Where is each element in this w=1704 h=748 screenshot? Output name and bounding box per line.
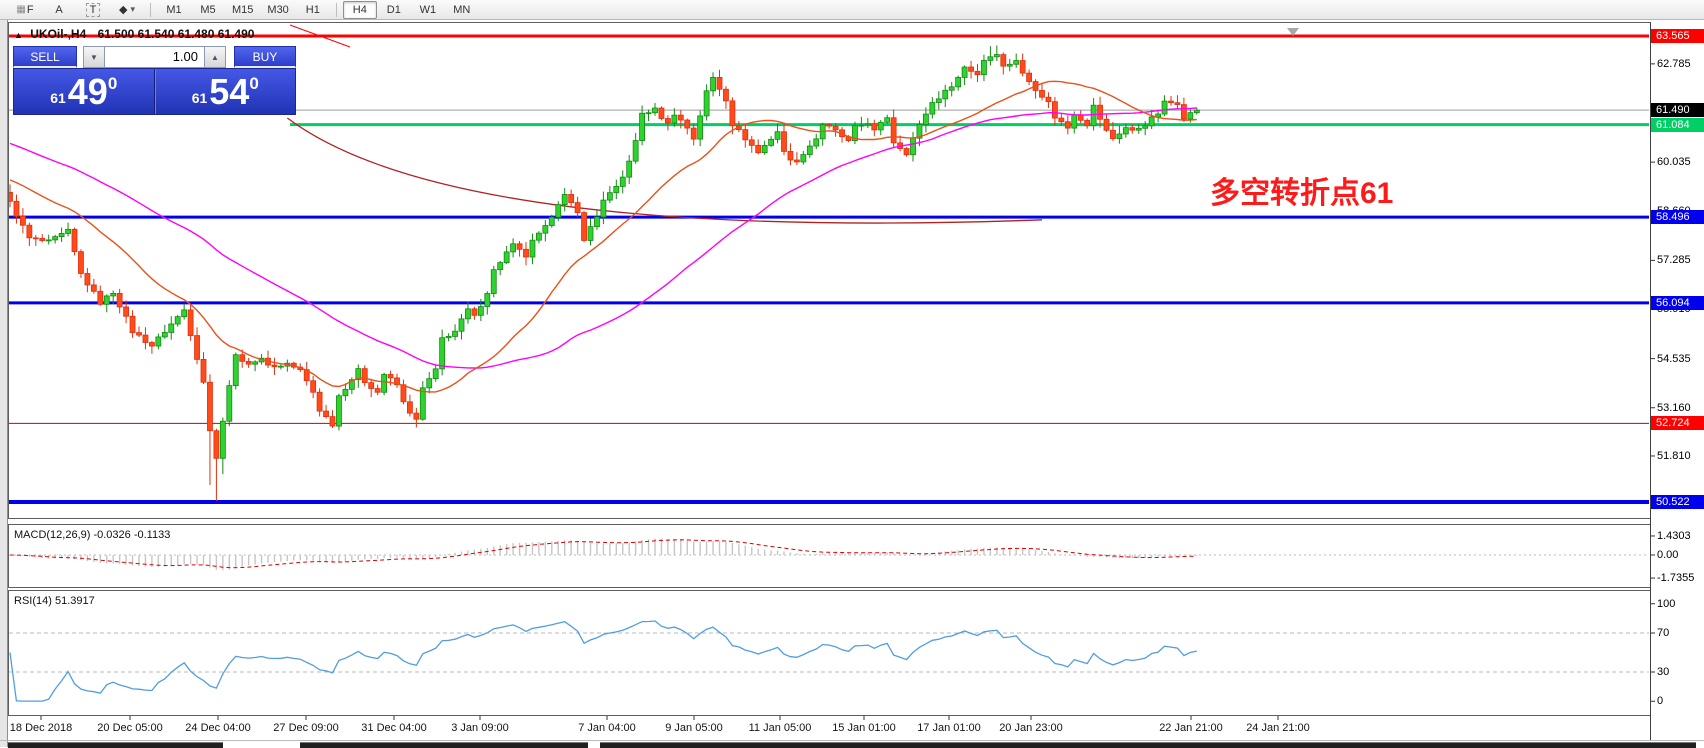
rsi-label: RSI(14) 51.3917 [14,595,95,607]
fibonacci-label: F [27,4,34,16]
buy-price[interactable]: 61 54 0 [155,69,296,114]
price-tick-label: 54.535 [1657,353,1691,365]
volume-down-button[interactable]: ▼ [83,46,105,68]
time-axis-label: 15 Jan 01:00 [832,722,896,734]
collapse-triangle-icon[interactable]: ▲ [14,30,23,40]
rsi-scale-label: 70 [1657,627,1669,639]
time-axis-label: 18 Dec 2018 [10,722,72,734]
sell-price-main: 49 [68,71,108,113]
tf-h1-button[interactable]: H1 [296,1,330,19]
rsi-scale-label: 100 [1657,598,1675,610]
sell-price-prefix: 61 [50,90,66,106]
bottom-tab-segment[interactable] [8,742,223,748]
time-axis-label: 22 Jan 21:00 [1159,722,1223,734]
sell-price-pip: 0 [108,74,117,94]
sell-price[interactable]: 61 49 0 [14,69,155,114]
toolbar-separator [150,3,151,17]
price-tick-label: 53.160 [1657,402,1691,414]
price-tick-label: 62.785 [1657,58,1691,70]
price-badge: 52.724 [1651,416,1704,430]
price-tick-label: 57.285 [1657,254,1691,266]
toolbar: F A T ◆ M1 M5 M15 M30 H1 H4 D1 W1 MN [0,0,1704,20]
time-axis-label: 20 Jan 23:00 [999,722,1063,734]
time-axis-label: 20 Dec 05:00 [97,722,162,734]
tf-m30-button[interactable]: M30 [260,1,295,19]
time-axis-label: 3 Jan 09:00 [451,722,509,734]
bottom-tab-segment[interactable] [600,742,1696,748]
time-axis-label: 17 Jan 01:00 [917,722,981,734]
tf-w1-button[interactable]: W1 [411,1,445,19]
buy-price-main: 54 [209,71,249,113]
tf-mn-button[interactable]: MN [445,1,479,19]
buy-price-prefix: 61 [192,90,208,106]
macd-scale-label: -1.7355 [1657,572,1694,584]
label-label: T [86,3,101,17]
time-axis-label: 11 Jan 05:00 [749,722,812,734]
rsi-scale-label: 30 [1657,666,1669,678]
macd-label: MACD(12,26,9) -0.0326 -0.1133 [14,529,170,541]
time-axis-label: 7 Jan 04:00 [578,722,636,734]
symbol-period: UKOil-,H4 [30,27,86,41]
chart-title: ▲ UKOil-,H4 61.500 61.540 61.480 61.490 [14,27,254,41]
buy-price-pip: 0 [249,74,258,94]
label-icon[interactable]: T [76,1,110,19]
chinese-annotation: 多空转折点61 [1210,168,1393,212]
tf-m1-button[interactable]: M1 [157,1,191,19]
price-badge: 61.084 [1651,118,1704,132]
time-axis-label: 27 Dec 09:00 [273,722,338,734]
toolbar-separator [336,3,337,17]
time-axis-label: 31 Dec 04:00 [361,722,426,734]
fibonacci-icon[interactable]: F [8,1,42,19]
arrows-label: ◆ [119,3,127,16]
ma-fast-orange [10,81,1197,392]
sell-button[interactable]: SELL [13,46,77,68]
price-badge: 56.094 [1651,296,1704,310]
text-icon[interactable]: A [42,1,76,19]
rsi-scale-label: 0 [1657,695,1663,707]
price-badge: 61.490 [1651,103,1704,117]
price-badge: 63.565 [1651,29,1704,43]
price-badge: 58.496 [1651,210,1704,224]
buy-button[interactable]: BUY [234,46,296,68]
bottom-divider [0,740,1704,741]
text-label: A [55,4,62,16]
one-click-trade-panel: SELL ▼ 1.00 ▲ BUY 61 49 0 61 54 0 [13,46,296,115]
volume-up-button[interactable]: ▲ [204,46,226,68]
arrows-icon[interactable]: ◆ [110,1,144,19]
price-tick-label: 60.035 [1657,156,1691,168]
tf-m5-button[interactable]: M5 [191,1,225,19]
volume-input[interactable]: 1.00 [105,46,204,68]
time-axis-label: 9 Jan 05:00 [665,722,723,734]
tf-d1-button[interactable]: D1 [377,1,411,19]
bottom-tab-segment[interactable] [300,742,588,748]
price-badge: 50.522 [1651,495,1704,509]
tf-m15-button[interactable]: M15 [225,1,260,19]
tf-h4-button[interactable]: H4 [343,1,377,19]
price-tick-label: 51.810 [1657,450,1691,462]
ohlc-quotes: 61.500 61.540 61.480 61.490 [98,27,255,41]
macd-scale-label: 1.4303 [1657,530,1691,542]
time-axis-label: 24 Dec 04:00 [185,722,250,734]
time-axis-label: 24 Jan 21:00 [1246,722,1310,734]
macd-scale-label: 0.00 [1657,549,1678,561]
